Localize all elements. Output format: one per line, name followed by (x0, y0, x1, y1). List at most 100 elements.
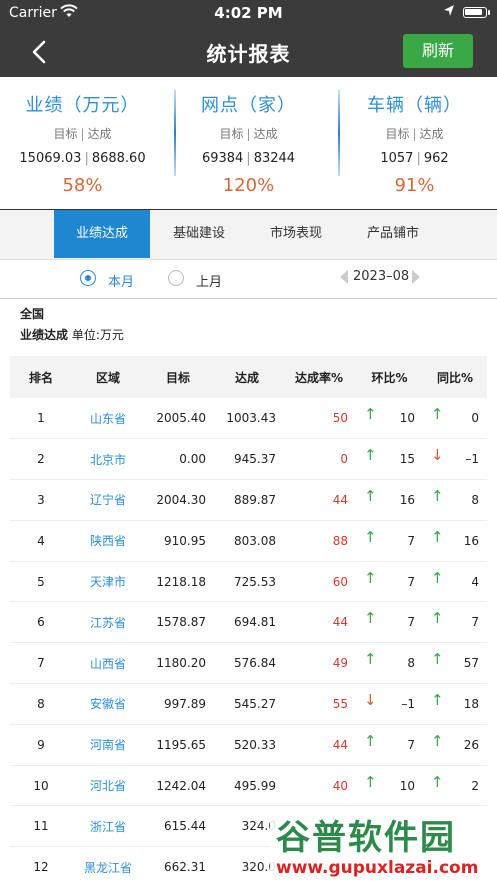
tab-market[interactable]: 市场表现 (248, 210, 344, 258)
summary-title: 业绩（万元） (25, 95, 140, 116)
rank-cell: 11 (10, 805, 72, 848)
arrow-up-icon: ↑ (364, 772, 377, 791)
mom-cell-value: 8 (407, 656, 415, 671)
mom-cell: ↑ 10 (356, 765, 423, 807)
arrow-down-icon: ↓ (364, 691, 377, 710)
summary-title: 网点（家） (201, 95, 296, 116)
summary-performance: 业绩（万元） 目标 | 达成 15069.03 | 8688.60 58% (0, 77, 165, 196)
rank-cell: 3 (10, 479, 72, 521)
col-area: 区域 (72, 356, 144, 398)
target-cell: 1218.18 (144, 561, 212, 603)
battery-icon (463, 7, 487, 18)
col-mom: 环比% (356, 356, 423, 398)
yoy-cell-value: 16 (463, 533, 479, 548)
tab-infrastructure[interactable]: 基础建设 (151, 210, 247, 258)
yoy-cell: ↑ 16 (423, 520, 487, 562)
target-cell: 1180.20 (144, 642, 212, 685)
mom-cell-value: 16 (399, 493, 415, 508)
yoy-cell: ↓ –1 (423, 438, 487, 481)
area-link[interactable]: 河北省 (72, 765, 144, 807)
refresh-button[interactable]: 刷新 (403, 34, 473, 68)
mom-cell-value: 7 (407, 615, 415, 630)
table-row[interactable]: 9 河南省 1195.65 520.33 44 ↑ 7 ↑ 26 (10, 724, 487, 766)
rate-cell: 44 (282, 479, 356, 521)
area-link[interactable]: 山西省 (72, 642, 144, 685)
mom-cell: ↑ 10 (356, 398, 423, 440)
summary-subtitle: 目标 | 达成 (385, 127, 444, 141)
area-link[interactable]: 山东省 (72, 398, 144, 440)
done-cell: 725.53 (212, 561, 282, 603)
arrow-up-icon: ↑ (431, 405, 444, 423)
arrow-down-icon: ↓ (431, 446, 444, 465)
arrow-up-icon: ↑ (431, 772, 444, 791)
rank-cell: 5 (10, 561, 72, 603)
yoy-cell-value: 26 (463, 737, 479, 752)
watermark: 谷普软件园 www.gupuxlazai.com (270, 808, 495, 882)
mom-cell: ↑ 15 (356, 438, 423, 481)
radio-last-month[interactable] (168, 270, 184, 286)
arrow-up-icon: ↑ (364, 731, 377, 750)
target-cell: 1578.87 (144, 601, 212, 644)
area-link[interactable]: 江苏省 (72, 601, 144, 644)
arrow-up-icon: ↑ (431, 609, 444, 628)
target-cell: 1195.65 (144, 724, 212, 766)
table-row[interactable]: 10 河北省 1242.04 495.99 40 ↑ 10 ↑ 2 (10, 765, 487, 807)
arrow-up-icon: ↑ (431, 568, 444, 587)
summary-values: 15069.03 | 8688.60 (19, 151, 146, 166)
tab-distribution[interactable]: 产品铺市 (345, 210, 441, 258)
area-link[interactable]: 辽宁省 (72, 479, 144, 521)
table-row[interactable]: 7 山西省 1180.20 576.84 49 ↑ 8 ↑ 57 (10, 642, 487, 685)
mom-cell-value: 15 (399, 452, 415, 467)
table-row[interactable]: 1 山东省 2005.40 1003.43 50 ↑ 10 ↑ 0 (10, 398, 487, 440)
radio-this-month-label[interactable]: 本月 (108, 271, 134, 290)
next-month-icon[interactable] (412, 270, 420, 284)
done-cell: 1003.43 (212, 398, 282, 440)
target-cell: 0.00 (144, 438, 212, 481)
target-cell: 997.89 (144, 683, 212, 725)
radio-this-month[interactable] (80, 270, 96, 286)
rank-cell: 4 (10, 520, 72, 562)
prev-month-icon[interactable] (340, 270, 348, 284)
target-cell: 662.31 (144, 846, 212, 883)
rate-cell: 55 (282, 683, 356, 725)
rate-cell: 88 (282, 520, 356, 562)
area-link[interactable]: 河南省 (72, 724, 144, 766)
table-row[interactable]: 3 辽宁省 2004.30 889.87 44 ↑ 16 ↑ 8 (10, 479, 487, 521)
radio-last-month-label[interactable]: 上月 (196, 271, 222, 290)
yoy-cell: ↑ 7 (423, 601, 487, 644)
yoy-cell: ↑ 0 (423, 398, 487, 440)
area-link[interactable]: 天津市 (72, 561, 144, 603)
mom-cell: ↓ –1 (356, 683, 423, 725)
yoy-cell-value: 8 (471, 493, 479, 508)
area-link[interactable]: 浙江省 (72, 805, 144, 848)
done-cell: 889.87 (212, 479, 282, 521)
area-link[interactable]: 陕西省 (72, 520, 144, 562)
watermark-title: 谷普软件园 (276, 818, 456, 858)
table-row[interactable]: 6 江苏省 1578.87 694.81 44 ↑ 7 ↑ 7 (10, 601, 487, 644)
table-row[interactable]: 5 天津市 1218.18 725.53 60 ↑ 7 ↑ 4 (10, 561, 487, 603)
date-picker: 2023–08 (340, 268, 420, 288)
rank-cell: 9 (10, 724, 72, 766)
mom-cell-value: 10 (399, 411, 415, 425)
summary-values: 69384 | 83244 (201, 151, 296, 166)
target-cell: 615.44 (144, 805, 212, 848)
tab-performance[interactable]: 业绩达成 (54, 210, 150, 258)
summary-vehicles: 车辆（辆） 目标 | 达成 1057 | 962 91% (332, 77, 497, 196)
summary-subtitle: 目标 | 达成 (219, 127, 278, 141)
yoy-cell-value: 0 (471, 411, 479, 425)
rate-cell: 50 (282, 398, 356, 440)
area-link[interactable]: 黑龙江省 (72, 846, 144, 883)
area-link[interactable]: 安徽省 (72, 683, 144, 725)
table-row[interactable]: 4 陕西省 910.95 803.08 88 ↑ 7 ↑ 16 (10, 520, 487, 562)
done-cell: 694.81 (212, 601, 282, 644)
done-cell: 545.27 (212, 683, 282, 725)
table-row[interactable]: 8 安徽省 997.89 545.27 55 ↓ –1 ↑ 18 (10, 683, 487, 725)
area-link[interactable]: 北京市 (72, 438, 144, 481)
rate-cell: 0 (282, 438, 356, 481)
mom-cell: ↑ 7 (356, 724, 423, 766)
yoy-cell: ↑ 4 (423, 561, 487, 603)
table-row[interactable]: 2 北京市 0.00 945.37 0 ↑ 15 ↓ –1 (10, 438, 487, 481)
rank-cell: 8 (10, 683, 72, 725)
yoy-cell: ↑ 8 (423, 479, 487, 521)
divider (0, 298, 497, 299)
